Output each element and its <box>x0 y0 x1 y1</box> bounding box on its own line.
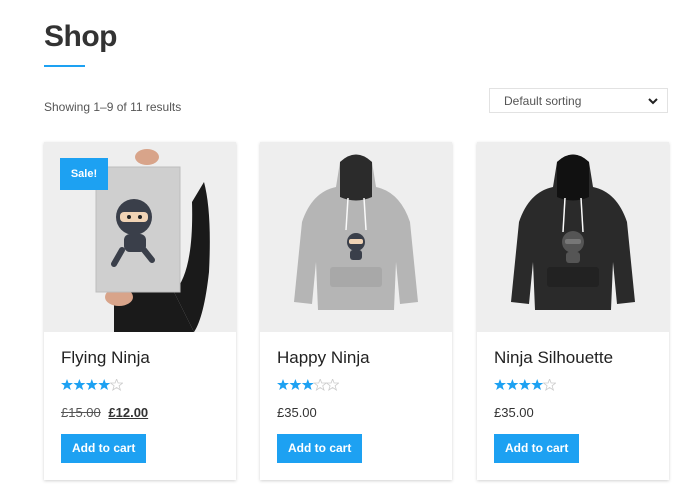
product-card[interactable]: Happy Ninja £35.00 Add to cart <box>260 142 452 480</box>
add-to-cart-button[interactable]: Add to cart <box>277 434 363 463</box>
chevron-down-icon <box>648 98 658 105</box>
sorting-select[interactable]: Default sorting <box>489 88 668 113</box>
product-name[interactable]: Flying Ninja <box>61 348 150 368</box>
rating-stars-icon <box>61 377 124 391</box>
product-image[interactable] <box>260 142 452 332</box>
product-name[interactable]: Happy Ninja <box>277 348 370 368</box>
sale-badge: Sale! <box>60 158 108 190</box>
star-rating <box>277 377 340 396</box>
rating-stars-icon <box>494 377 557 391</box>
star-rating <box>494 377 557 396</box>
product-price: £35.00 <box>494 405 534 420</box>
product-name[interactable]: Ninja Silhouette <box>494 348 613 368</box>
product-price: £35.00 <box>277 405 317 420</box>
product-card[interactable]: Ninja Silhouette £35.00 Add to cart <box>477 142 669 480</box>
star-rating <box>61 377 124 396</box>
product-card[interactable]: Sale! Flying Ninja £15.00 £12.00 Add to … <box>44 142 236 480</box>
result-count: Showing 1–9 of 11 results <box>44 100 182 114</box>
old-price: £15.00 <box>61 405 101 420</box>
rating-stars-icon <box>277 377 340 391</box>
sorting-select-value: Default sorting <box>504 94 582 108</box>
sale-price: £12.00 <box>108 405 149 420</box>
product-image[interactable] <box>477 142 669 332</box>
product-image[interactable]: Sale! <box>44 142 236 332</box>
title-underline <box>44 65 85 67</box>
product-price: £15.00 £12.00 <box>61 405 148 420</box>
add-to-cart-button[interactable]: Add to cart <box>61 434 147 463</box>
page-title: Shop <box>44 20 118 53</box>
add-to-cart-button[interactable]: Add to cart <box>494 434 580 463</box>
